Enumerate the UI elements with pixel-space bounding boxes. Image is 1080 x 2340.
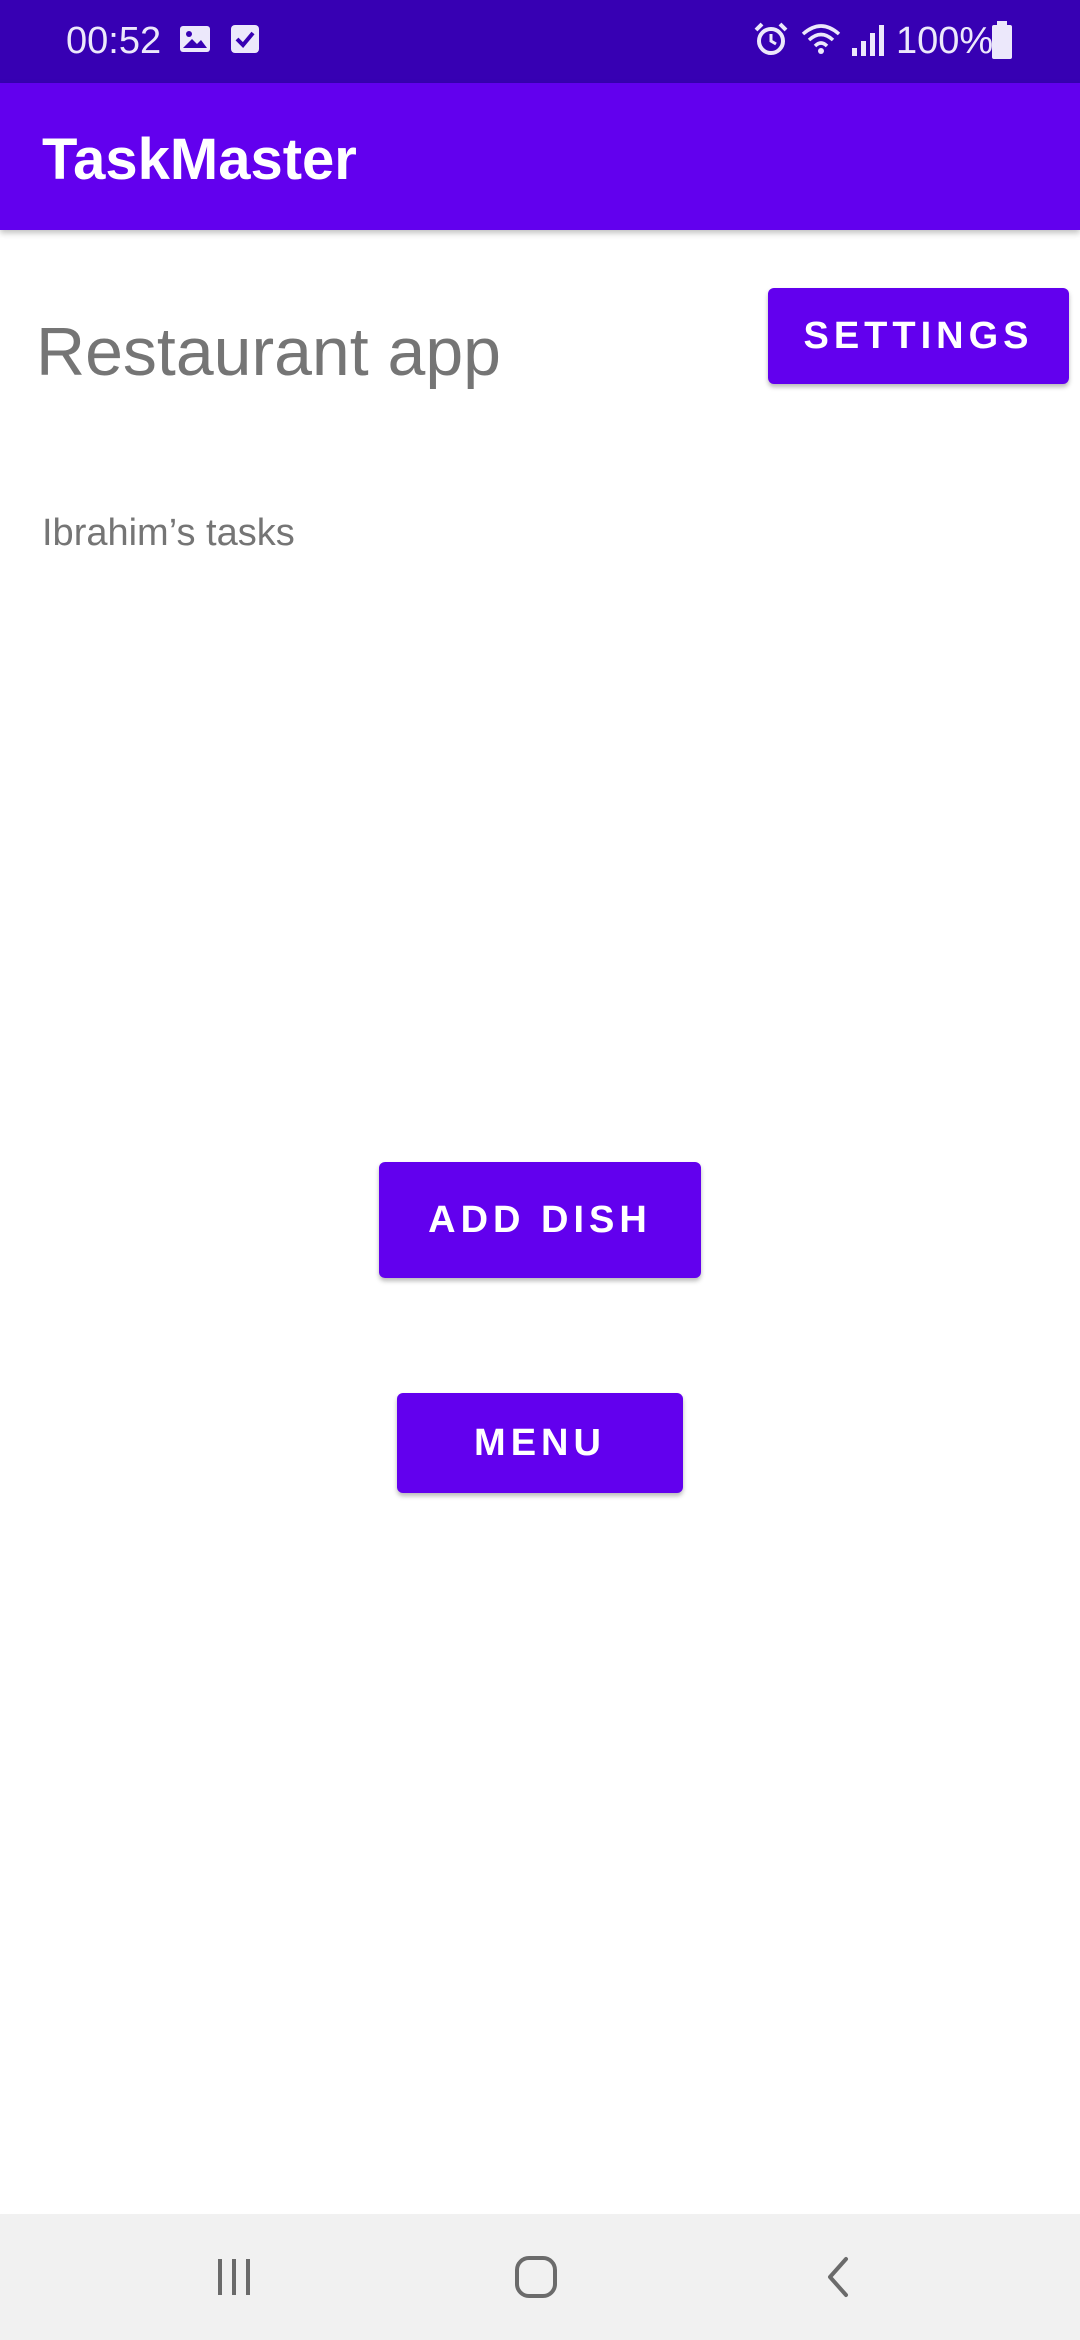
menu-button[interactable]: MENU [397, 1393, 683, 1493]
signal-icon [852, 25, 884, 56]
home-button[interactable] [436, 2214, 636, 2340]
status-time: 00:52 [66, 20, 162, 62]
recent-apps-button[interactable] [134, 2214, 334, 2340]
home-icon [515, 2256, 557, 2298]
settings-button[interactable]: SETTINGS [768, 288, 1069, 384]
back-icon [828, 2257, 848, 2297]
page-heading: Restaurant app [36, 314, 501, 390]
navigation-bar [0, 2214, 1080, 2340]
recent-apps-icon [218, 2259, 250, 2295]
add-dish-button[interactable]: ADD DISH [379, 1162, 701, 1278]
app-title: TaskMaster [42, 127, 357, 192]
back-button[interactable] [738, 2214, 938, 2340]
app-bar: TaskMaster [0, 83, 1080, 230]
checkbox-icon [231, 25, 259, 53]
image-icon [180, 26, 210, 52]
wifi-icon [801, 24, 841, 54]
status-bar: 00:52 100% [0, 0, 1080, 83]
alarm-icon [754, 22, 788, 55]
tasks-label: Ibrahim’s tasks [42, 512, 295, 554]
battery-percentage: 100% [896, 20, 994, 62]
battery-icon [992, 21, 1012, 59]
